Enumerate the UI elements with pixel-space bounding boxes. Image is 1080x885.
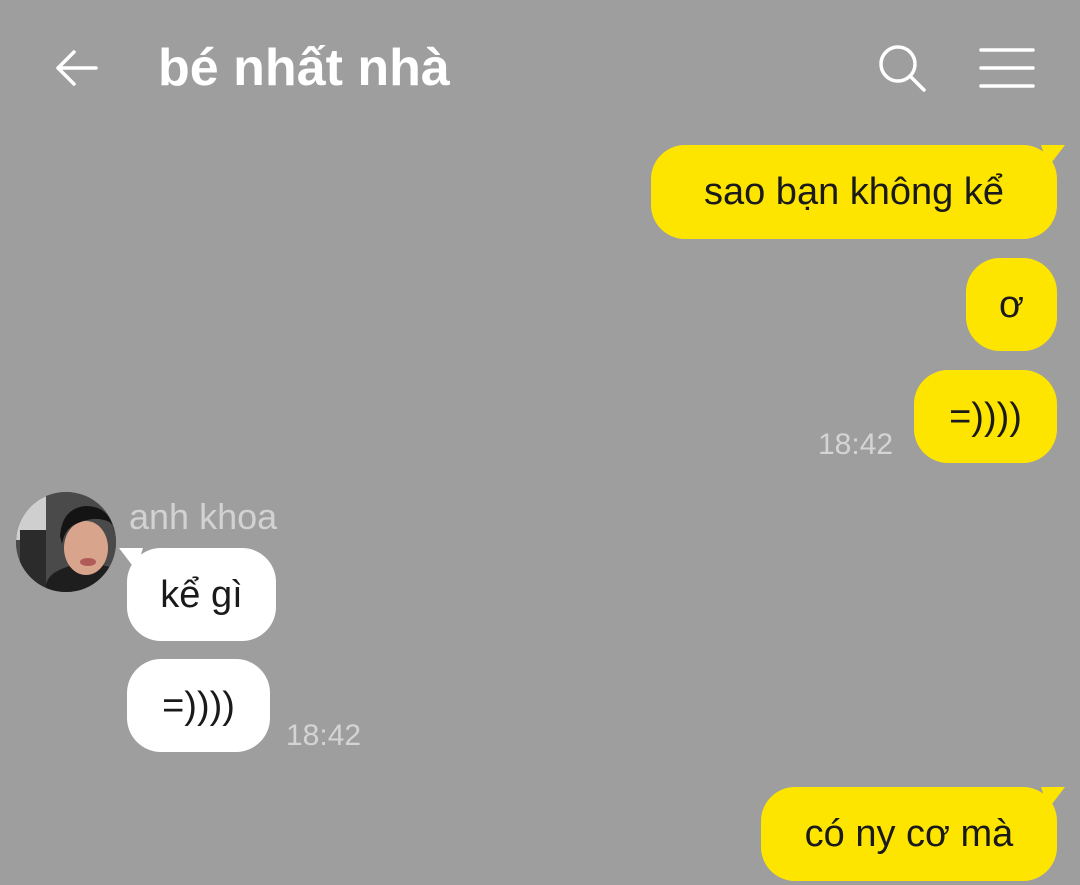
chat-title: bé nhất nhà (158, 39, 450, 97)
message-timestamp: 18:42 (286, 719, 362, 752)
menu-button[interactable] (976, 38, 1038, 98)
chat-header: bé nhất nhà (0, 0, 1080, 136)
message-text: =)))) (949, 395, 1022, 438)
message-text: sao bạn không kể (703, 171, 1004, 213)
incoming-message-bubble[interactable]: kể gì (127, 548, 276, 641)
back-button[interactable] (48, 40, 104, 96)
message-timestamp: 18:42 (818, 428, 894, 461)
message-text: =)))) (162, 684, 235, 727)
message-text: ơ (999, 283, 1024, 326)
outgoing-message-bubble[interactable]: sao bạn không kể (651, 145, 1057, 239)
message-text: có ny cơ mà (804, 813, 1014, 855)
sender-avatar[interactable] (16, 492, 116, 592)
incoming-message-bubble[interactable]: =)))) (127, 659, 270, 752)
search-button[interactable] (872, 38, 932, 98)
message-text: kể gì (160, 573, 243, 616)
search-icon (879, 45, 926, 92)
sender-name: anh khoa (129, 496, 278, 537)
arrow-left-icon (56, 50, 98, 86)
avatar-photo (16, 492, 116, 592)
outgoing-message-bubble[interactable]: có ny cơ mà (761, 787, 1057, 881)
outgoing-message-bubble[interactable]: ơ (966, 258, 1057, 351)
hamburger-menu-icon (979, 48, 1035, 88)
outgoing-message-bubble[interactable]: =)))) (914, 370, 1057, 463)
